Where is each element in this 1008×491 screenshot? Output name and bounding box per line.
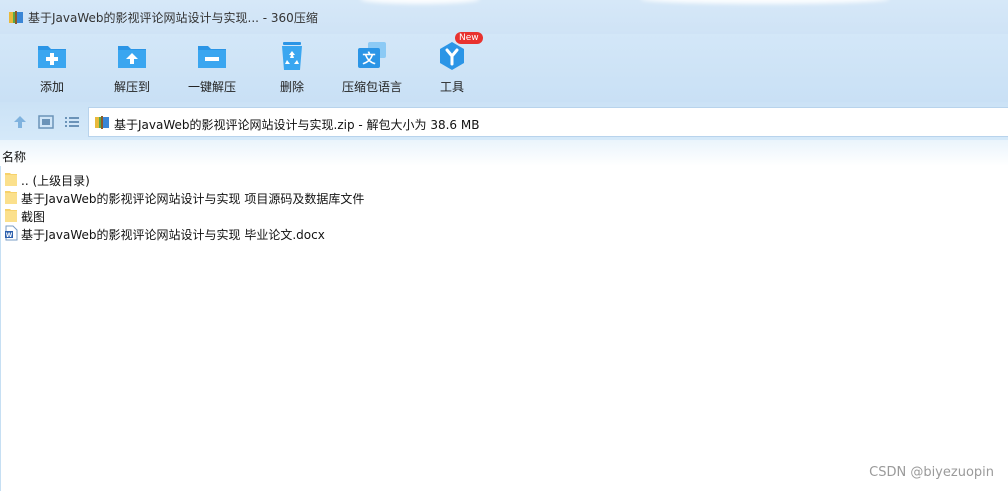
up-arrow-icon[interactable] xyxy=(12,114,28,130)
archive-language-label: 压缩包语言 xyxy=(341,80,402,94)
window-title: 基于JavaWeb的影视评论网站设计与实现... - 360压缩 xyxy=(28,11,318,25)
tools-button[interactable]: 工具 xyxy=(412,40,492,98)
new-badge: New xyxy=(455,32,483,44)
zip-archive-icon xyxy=(9,11,23,24)
list-view-icon[interactable] xyxy=(64,114,80,130)
zip-archive-icon xyxy=(95,116,109,129)
delete-label: 删除 xyxy=(279,80,304,94)
list-item-name: 基于JavaWeb的影视评论网站设计与实现 项目源码及数据库文件 xyxy=(21,192,365,206)
svg-text:W: W xyxy=(6,232,13,239)
one-click-extract-label: 一键解压 xyxy=(187,80,236,94)
add-label: 添加 xyxy=(39,80,64,94)
title-bar-highlight xyxy=(360,0,480,4)
column-header-name[interactable]: 名称 xyxy=(2,148,26,165)
tools-icon xyxy=(440,42,464,70)
watermark: CSDN @biyezuopin xyxy=(869,465,994,480)
word-document-icon: W xyxy=(5,225,18,241)
title-bar-highlight xyxy=(640,0,890,4)
language-icon: 文 xyxy=(358,42,386,68)
one-click-extract-icon xyxy=(198,46,226,68)
list-item-name: .. (上级目录) xyxy=(21,174,90,188)
list-item-name: 基于JavaWeb的影视评论网站设计与实现 毕业论文.docx xyxy=(21,228,325,242)
svg-text:文: 文 xyxy=(362,51,376,67)
folder-icon xyxy=(5,191,17,204)
list-left-border xyxy=(0,166,1,491)
recycle-bin-icon xyxy=(282,42,302,70)
list-item-name: 截图 xyxy=(21,210,46,224)
folder-icon xyxy=(5,209,17,222)
add-icon xyxy=(38,46,66,68)
thumbnail-view-icon[interactable] xyxy=(38,114,54,130)
extract-to-label: 解压到 xyxy=(113,80,150,94)
folder-icon xyxy=(5,173,17,186)
add-button[interactable]: 添加 xyxy=(12,40,92,98)
delete-button[interactable]: 删除 xyxy=(252,40,332,98)
address-bar: 基于JavaWeb的影视评论网站设计与实现.zip - 解包大小为 38.6 M… xyxy=(0,102,1008,140)
main-toolbar: 添加 解压到 一键解压 删除 文 压缩包语言 工具 New xyxy=(0,32,1008,102)
one-click-extract-button[interactable]: 一键解压 xyxy=(172,40,252,98)
title-bar: 基于JavaWeb的影视评论网站设计与实现... - 360压缩 xyxy=(0,0,1008,34)
list-header: 名称 xyxy=(0,140,1008,166)
extract-to-button[interactable]: 解压到 xyxy=(92,40,172,98)
address-field[interactable]: 基于JavaWeb的影视评论网站设计与实现.zip - 解包大小为 38.6 M… xyxy=(88,107,1008,137)
archive-language-button[interactable]: 文 压缩包语言 xyxy=(332,40,412,98)
address-text: 基于JavaWeb的影视评论网站设计与实现.zip - 解包大小为 38.6 M… xyxy=(114,118,480,132)
tools-label: 工具 xyxy=(439,80,464,94)
extract-to-icon xyxy=(118,46,146,68)
